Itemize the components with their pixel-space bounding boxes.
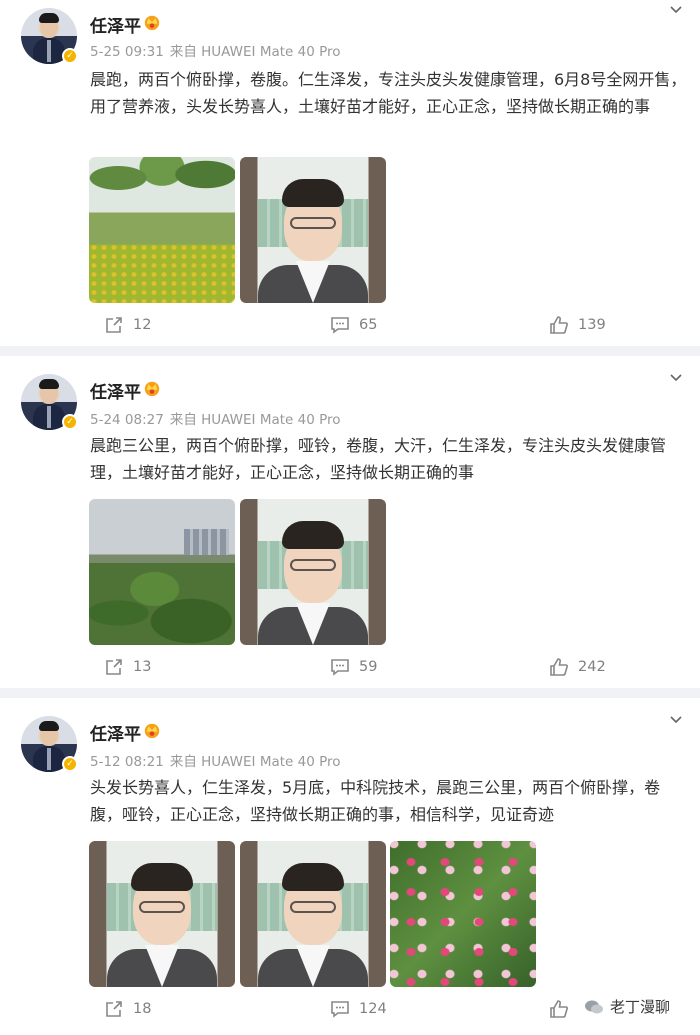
crown-icon — [144, 723, 160, 739]
wechat-icon — [584, 1000, 603, 1013]
post-image-video[interactable] — [240, 841, 386, 987]
share-icon — [106, 659, 122, 675]
action-bar: 12 65 139 — [0, 311, 700, 341]
comment-count: 59 — [359, 659, 378, 675]
action-bar: 13 59 242 — [0, 653, 700, 683]
comment-button[interactable]: 65 — [330, 311, 377, 339]
verified-badge-icon: ✓ — [62, 414, 78, 430]
thumbs-up-icon — [550, 658, 568, 676]
author-name[interactable]: 任泽平 — [90, 378, 141, 403]
comment-count: 124 — [359, 1001, 387, 1017]
post-source: 来自 HUAWEI Mate 40 Pro — [169, 44, 341, 60]
post-source: 来自 HUAWEI Mate 40 Pro — [169, 754, 341, 770]
share-button[interactable]: 13 — [104, 653, 151, 681]
post-image-video[interactable] — [240, 157, 386, 303]
comment-icon — [331, 1001, 349, 1018]
like-button[interactable] — [549, 995, 578, 1023]
share-count: 18 — [133, 1001, 152, 1017]
post-image-city[interactable] — [89, 499, 235, 645]
post-card: ✓ 任泽平 5-24 08:27 来自 HUAWEI Mate 40 Pro 晨跑… — [0, 356, 700, 688]
post-date[interactable]: 5-25 09:31 — [90, 44, 164, 60]
chevron-down-icon[interactable] — [670, 372, 682, 384]
comment-icon — [331, 659, 349, 676]
post-image-video[interactable] — [240, 499, 386, 645]
watermark-text: 老丁漫聊 — [609, 998, 670, 1016]
share-icon — [106, 1001, 122, 1017]
like-button[interactable]: 139 — [549, 311, 606, 339]
chevron-down-icon[interactable] — [670, 4, 682, 16]
share-button[interactable]: 12 — [104, 311, 151, 339]
thumbs-up-icon — [550, 316, 568, 334]
like-button[interactable]: 242 — [549, 653, 606, 681]
share-count: 12 — [133, 317, 152, 333]
thumbs-up-icon — [550, 1000, 568, 1018]
share-count: 13 — [133, 659, 152, 675]
post-text: 头发长势喜人，仁生泽发，5月底，中科院技术，晨跑三公里，两百个俯卧撑，卷腹，哑铃… — [90, 778, 661, 824]
post-image-flowers[interactable] — [390, 841, 536, 987]
post-source: 来自 HUAWEI Mate 40 Pro — [169, 412, 341, 428]
post-meta: 5-25 09:31 来自 HUAWEI Mate 40 Pro — [90, 40, 347, 60]
chevron-down-icon[interactable] — [670, 714, 682, 726]
author-name[interactable]: 任泽平 — [90, 720, 141, 745]
watermark: 老丁漫聊 — [577, 994, 676, 1019]
comment-icon — [331, 317, 349, 334]
post-image-park[interactable] — [89, 157, 235, 303]
crown-icon — [144, 381, 160, 397]
post-meta: 5-24 08:27 来自 HUAWEI Mate 40 Pro — [90, 408, 347, 428]
post-image-video[interactable] — [89, 841, 235, 987]
post-meta: 5-12 08:21 来自 HUAWEI Mate 40 Pro — [90, 750, 347, 770]
post-text: 晨跑，两百个俯卧撑，卷腹。仁生泽发，专注头皮头发健康管理，6月8号全网开售，用了… — [90, 70, 687, 116]
like-count: 139 — [578, 317, 606, 333]
post-text: 晨跑三公里，两百个俯卧撑，哑铃，卷腹，大汗，仁生泽发，专注头皮头发健康管理，土壤… — [90, 436, 667, 482]
share-icon — [106, 317, 122, 333]
post-date[interactable]: 5-12 08:21 — [90, 754, 164, 770]
verified-badge-icon: ✓ — [62, 48, 78, 64]
author-name[interactable]: 任泽平 — [90, 12, 141, 37]
like-count: 242 — [578, 659, 606, 675]
verified-badge-icon: ✓ — [62, 756, 78, 772]
comment-count: 65 — [359, 317, 378, 333]
share-button[interactable]: 18 — [104, 995, 151, 1023]
post-card: ✓ 任泽平 5-12 08:21 来自 HUAWEI Mate 40 Pro 头发… — [0, 698, 700, 1035]
crown-icon — [144, 15, 160, 31]
post-date[interactable]: 5-24 08:27 — [90, 412, 164, 428]
post-card: ✓ 任泽平 5-25 09:31 来自 HUAWEI Mate 40 Pro 晨跑… — [0, 0, 700, 346]
comment-button[interactable]: 59 — [330, 653, 377, 681]
comment-button[interactable]: 124 — [330, 995, 387, 1023]
